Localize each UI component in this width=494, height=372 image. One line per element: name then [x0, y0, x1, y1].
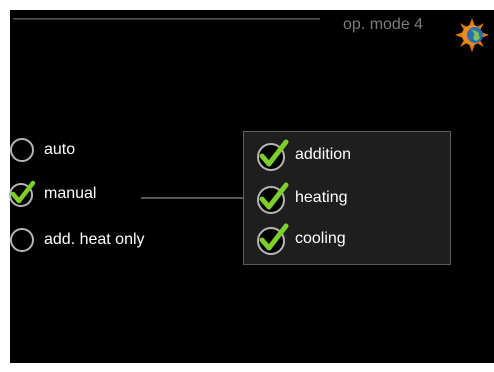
screen: op. mode 4 auto manual add. heat only ad… [0, 0, 494, 372]
mode-label-auto: auto [44, 141, 76, 158]
checkbox-cooling[interactable]: cooling [255, 222, 346, 256]
mode-label-manual: manual [44, 185, 97, 202]
mode-label-add-heat-only: add. heat only [44, 231, 145, 248]
mode-option-add-heat-only[interactable]: add. heat only [10, 228, 145, 252]
mode-option-manual[interactable]: manual [9, 180, 97, 208]
checkbox-heating[interactable]: heating [255, 181, 348, 215]
connector-line [141, 197, 244, 199]
checkbox-checked-icon [257, 139, 289, 171]
sun-globe-icon [455, 18, 489, 52]
checkbox-checked-icon [257, 182, 289, 214]
checkbox-addition[interactable]: addition [255, 138, 351, 172]
radio-selected-check-icon [9, 180, 36, 207]
radio-unselected-icon [10, 138, 34, 162]
checkbox-checked-icon [257, 223, 289, 255]
radio-unselected-icon [10, 228, 34, 252]
checkbox-label-cooling: cooling [295, 230, 346, 247]
header-divider [13, 18, 320, 20]
page-title: op. mode 4 [343, 16, 424, 33]
checkbox-label-heating: heating [295, 189, 348, 206]
mode-option-auto[interactable]: auto [10, 138, 75, 162]
checkbox-label-addition: addition [295, 146, 352, 163]
